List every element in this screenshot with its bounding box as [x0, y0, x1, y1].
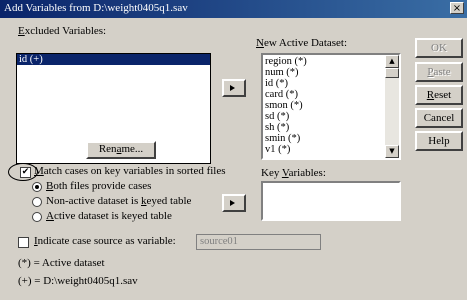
radio-both-files-label: Both files provide cases	[46, 180, 152, 192]
reset-button[interactable]: Reset	[415, 85, 463, 105]
ok-button[interactable]: OK	[415, 38, 463, 58]
radio-non-active-keyed-label: Non-active dataset is keyed table	[46, 195, 192, 207]
source-variable-input[interactable]: source01	[196, 234, 321, 250]
list-item[interactable]: id (+)	[17, 54, 210, 65]
key-variables-list[interactable]	[261, 181, 401, 221]
help-button[interactable]: Help	[415, 131, 463, 151]
indicate-source-checkbox[interactable]	[18, 237, 29, 248]
vertical-scrollbar[interactable]: ▲ ▼	[385, 55, 399, 158]
list-item[interactable]: smon (*)	[263, 100, 385, 111]
match-cases-label: Match cases on key variables in sorted f…	[34, 165, 226, 177]
radio-active-keyed-label: Active dataset is keyed table	[46, 210, 172, 222]
right-arrow-icon	[230, 85, 235, 91]
indicate-source-label: Indicate case source as variable:	[34, 235, 176, 247]
title-bar: Add Variables from D:\weight0405q1.sav ×	[0, 0, 467, 18]
list-item[interactable]: id (*)	[263, 78, 385, 89]
rename-button[interactable]: Rename...	[86, 141, 156, 159]
legend-source-file: (+) = D:\weight0405q1.sav	[18, 275, 138, 287]
cancel-button[interactable]: Cancel	[415, 108, 463, 128]
list-item[interactable]: region (*)	[263, 56, 385, 67]
list-item[interactable]: sh (*)	[263, 122, 385, 133]
paste-button[interactable]: Paste	[415, 62, 463, 82]
close-icon[interactable]: ×	[450, 2, 464, 14]
radio-both-files[interactable]	[32, 182, 42, 192]
window-title: Add Variables from D:\weight0405q1.sav	[4, 2, 188, 14]
list-item[interactable]: v1 (*)	[263, 144, 385, 155]
radio-non-active-keyed[interactable]	[32, 197, 42, 207]
list-item[interactable]: sd (*)	[263, 111, 385, 122]
key-variables-label: Key Variables:	[261, 167, 326, 179]
list-item[interactable]: card (*)	[263, 89, 385, 100]
legend-active-dataset: (*) = Active dataset	[18, 257, 105, 269]
move-to-key-variables-button[interactable]	[222, 194, 246, 212]
move-to-new-active-button[interactable]	[222, 79, 246, 97]
radio-active-keyed[interactable]	[32, 212, 42, 222]
new-active-dataset-label: New Active Dataset:	[256, 37, 348, 49]
list-item[interactable]: smin (*)	[263, 133, 385, 144]
scroll-up-icon[interactable]: ▲	[385, 55, 399, 68]
scroll-thumb[interactable]	[385, 68, 399, 78]
list-item[interactable]: num (*)	[263, 67, 385, 78]
match-cases-checkbox[interactable]: ✔	[20, 167, 31, 178]
new-active-dataset-list[interactable]: region (*) num (*) id (*) card (*) smon (*) s…	[261, 53, 401, 160]
scroll-down-icon[interactable]: ▼	[385, 145, 399, 158]
right-arrow-icon	[230, 200, 235, 206]
excluded-variables-label: Excluded Variables:	[18, 25, 107, 37]
